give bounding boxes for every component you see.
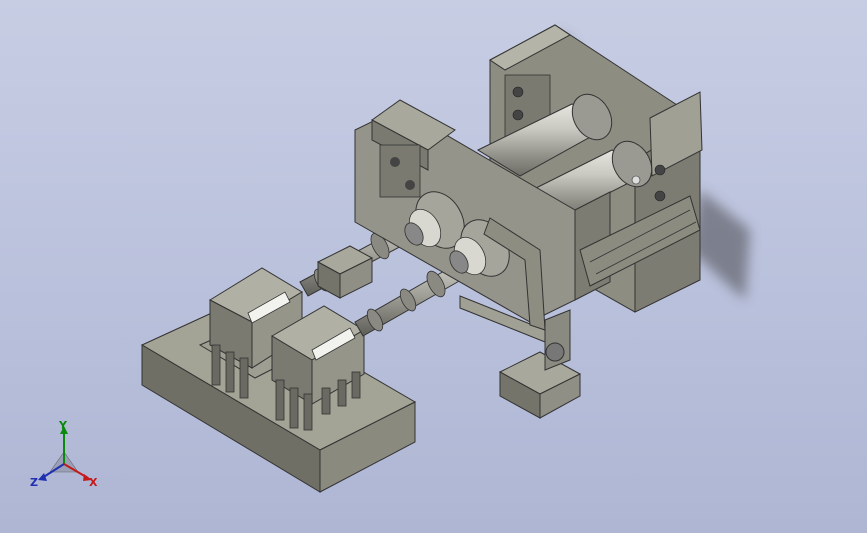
- axis-y-label: Y: [59, 419, 67, 432]
- orientation-triad[interactable]: Y X Z: [28, 420, 108, 492]
- support-block-left: [316, 245, 374, 299]
- axis-x-label: X: [89, 476, 98, 489]
- axis-z-label: Z: [30, 476, 38, 489]
- graphics-viewport[interactable]: Y X Z: [0, 0, 867, 533]
- support-block-right: [498, 351, 582, 419]
- 3d-model-assembly[interactable]: [0, 0, 867, 533]
